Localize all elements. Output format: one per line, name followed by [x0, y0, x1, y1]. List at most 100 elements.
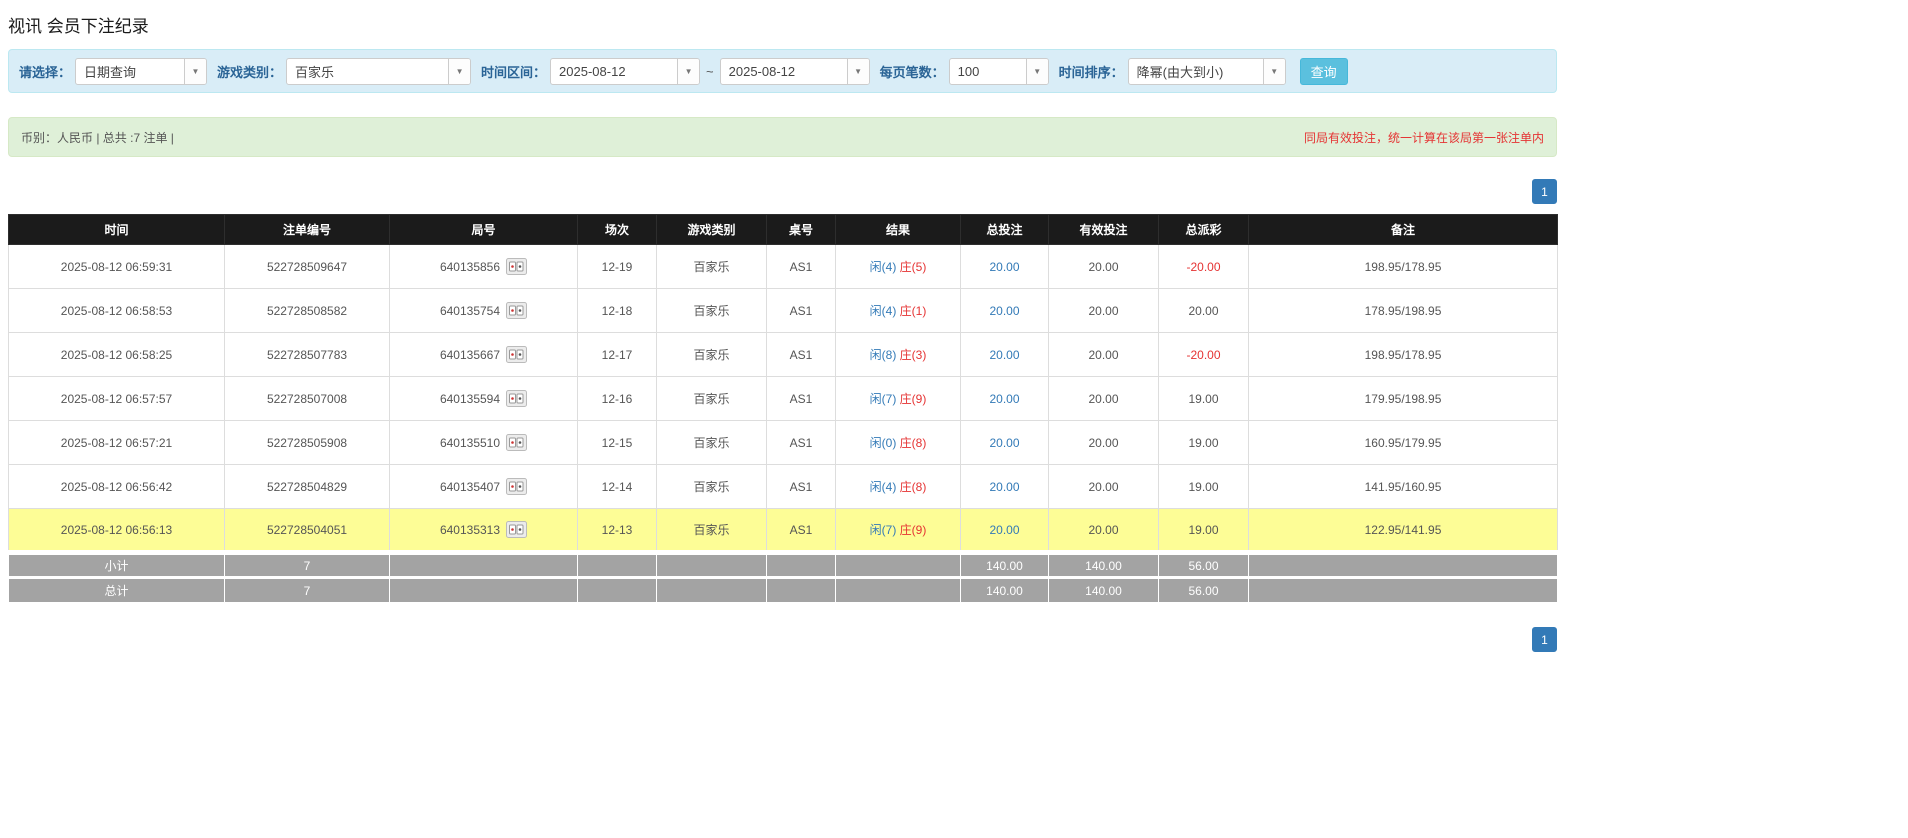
- column-header: 总派彩: [1159, 215, 1249, 245]
- player-result: 闲(4): [870, 260, 897, 274]
- column-header: 局号: [390, 215, 578, 245]
- round-id: 640135510: [440, 436, 500, 450]
- round-cell: 640135667: [390, 333, 578, 377]
- date-from-select[interactable]: 2025-08-12 ▼: [550, 58, 700, 85]
- valid-bet-cell: 20.00: [1049, 421, 1159, 465]
- summary-label-cell: 总计: [9, 578, 225, 603]
- round-wrap: 640135594: [440, 390, 527, 407]
- view-cards-icon[interactable]: [506, 390, 527, 407]
- round-id: 640135754: [440, 304, 500, 318]
- table-no-cell: AS1: [767, 245, 836, 289]
- total-bet-cell[interactable]: 20.00: [961, 377, 1049, 421]
- view-cards-icon[interactable]: [506, 302, 527, 319]
- table-row: 2025-08-12 06:56:13522728504051640135313…: [9, 509, 1558, 553]
- bet-id-cell: 522728508582: [225, 289, 390, 333]
- game-type-group: 游戏类别： 百家乐 ▼: [217, 58, 471, 85]
- total-bet-cell[interactable]: 20.00: [961, 509, 1049, 553]
- time-range-label: 时间区间：: [481, 62, 546, 81]
- date-to-select[interactable]: 2025-08-12 ▼: [720, 58, 870, 85]
- round-id: 640135667: [440, 348, 500, 362]
- pagination-top: 1: [8, 179, 1557, 204]
- bet-id-cell: 522728504829: [225, 465, 390, 509]
- bet-records-table: 时间注单编号局号场次游戏类别桌号结果总投注有效投注总派彩备注 2025-08-1…: [8, 214, 1558, 603]
- page-size-select[interactable]: 100 ▼: [949, 58, 1049, 85]
- search-button[interactable]: 查询: [1300, 58, 1348, 85]
- table-row: 2025-08-12 06:58:25522728507783640135667…: [9, 333, 1558, 377]
- view-cards-icon[interactable]: [506, 258, 527, 275]
- result-cell: 闲(8) 庄(3): [836, 333, 961, 377]
- table-no-cell: AS1: [767, 421, 836, 465]
- valid-bet-cell: 20.00: [1049, 377, 1159, 421]
- pagination-bottom: 1: [8, 627, 1557, 652]
- valid-bet-cell: 20.00: [1049, 289, 1159, 333]
- game-type-cell: 百家乐: [657, 289, 767, 333]
- page-size-value: 100: [950, 64, 1026, 79]
- game-type-select[interactable]: 百家乐 ▼: [286, 58, 471, 85]
- note-cell: 122.95/141.95: [1249, 509, 1558, 553]
- column-header: 注单编号: [225, 215, 390, 245]
- round-cell: 640135856: [390, 245, 578, 289]
- banker-result: 庄(8): [900, 480, 927, 494]
- summary-count-cell: 7: [225, 553, 390, 578]
- round-cell: 640135594: [390, 377, 578, 421]
- payout-cell: -20.00: [1159, 333, 1249, 377]
- page-1-button[interactable]: 1: [1532, 179, 1557, 204]
- note-cell: 198.95/178.95: [1249, 333, 1558, 377]
- page: 视讯 会员下注纪录 请选择： 日期查询 ▼ 游戏类别： 百家乐 ▼ 时间区间： …: [8, 8, 1557, 652]
- view-cards-icon[interactable]: [506, 346, 527, 363]
- banker-result: 庄(3): [900, 348, 927, 362]
- time-cell: 2025-08-12 06:58:53: [9, 289, 225, 333]
- total-bet-cell[interactable]: 20.00: [961, 245, 1049, 289]
- summary-empty-cell: [1249, 553, 1558, 578]
- view-cards-icon[interactable]: [506, 478, 527, 495]
- session-cell: 12-13: [578, 509, 657, 553]
- summary-empty-cell: [767, 578, 836, 603]
- time-cell: 2025-08-12 06:59:31: [9, 245, 225, 289]
- round-cell: 640135754: [390, 289, 578, 333]
- note-cell: 178.95/198.95: [1249, 289, 1558, 333]
- table-no-cell: AS1: [767, 377, 836, 421]
- currency-summary-text: 币别：人民币 | 总共 :7 注单 |: [21, 129, 174, 146]
- page-1-button[interactable]: 1: [1532, 627, 1557, 652]
- view-cards-icon[interactable]: [506, 521, 527, 538]
- game-type-cell: 百家乐: [657, 509, 767, 553]
- total-bet-cell[interactable]: 20.00: [961, 421, 1049, 465]
- payout-cell: 19.00: [1159, 421, 1249, 465]
- summary-empty-cell: [578, 553, 657, 578]
- sort-order-group: 时间排序： 降幂(由大到小) ▼: [1059, 58, 1286, 85]
- column-header: 有效投注: [1049, 215, 1159, 245]
- payout-cell: 19.00: [1159, 509, 1249, 553]
- date-to-value: 2025-08-12: [721, 64, 847, 79]
- table-row: 2025-08-12 06:57:57522728507008640135594…: [9, 377, 1558, 421]
- summary-payout-cell: 56.00: [1159, 578, 1249, 603]
- table-header-row: 时间注单编号局号场次游戏类别桌号结果总投注有效投注总派彩备注: [9, 215, 1558, 245]
- chevron-down-icon: ▼: [1263, 59, 1285, 84]
- table-row: 2025-08-12 06:59:31522728509647640135856…: [9, 245, 1558, 289]
- summary-valid-bet-cell: 140.00: [1049, 553, 1159, 578]
- column-header: 时间: [9, 215, 225, 245]
- table-body: 2025-08-12 06:59:31522728509647640135856…: [9, 245, 1558, 603]
- sort-order-select[interactable]: 降幂(由大到小) ▼: [1128, 58, 1286, 85]
- bet-id-cell: 522728504051: [225, 509, 390, 553]
- time-cell: 2025-08-12 06:56:42: [9, 465, 225, 509]
- note-cell: 160.95/179.95: [1249, 421, 1558, 465]
- note-cell: 179.95/198.95: [1249, 377, 1558, 421]
- view-cards-icon[interactable]: [506, 434, 527, 451]
- summary-empty-cell: [836, 578, 961, 603]
- query-type-select[interactable]: 日期查询 ▼: [75, 58, 207, 85]
- summary-count-cell: 7: [225, 578, 390, 603]
- column-header: 总投注: [961, 215, 1049, 245]
- banker-result: 庄(9): [900, 523, 927, 537]
- page-title: 视讯 会员下注纪录: [8, 8, 1557, 49]
- round-id: 640135856: [440, 260, 500, 274]
- bet-id-cell: 522728507783: [225, 333, 390, 377]
- sort-order-value: 降幂(由大到小): [1129, 62, 1263, 81]
- time-cell: 2025-08-12 06:57:57: [9, 377, 225, 421]
- total-bet-cell[interactable]: 20.00: [961, 289, 1049, 333]
- total-bet-cell[interactable]: 20.00: [961, 333, 1049, 377]
- column-header: 桌号: [767, 215, 836, 245]
- table-row: 2025-08-12 06:56:42522728504829640135407…: [9, 465, 1558, 509]
- total-bet-cell[interactable]: 20.00: [961, 465, 1049, 509]
- round-id: 640135313: [440, 523, 500, 537]
- valid-bet-cell: 20.00: [1049, 333, 1159, 377]
